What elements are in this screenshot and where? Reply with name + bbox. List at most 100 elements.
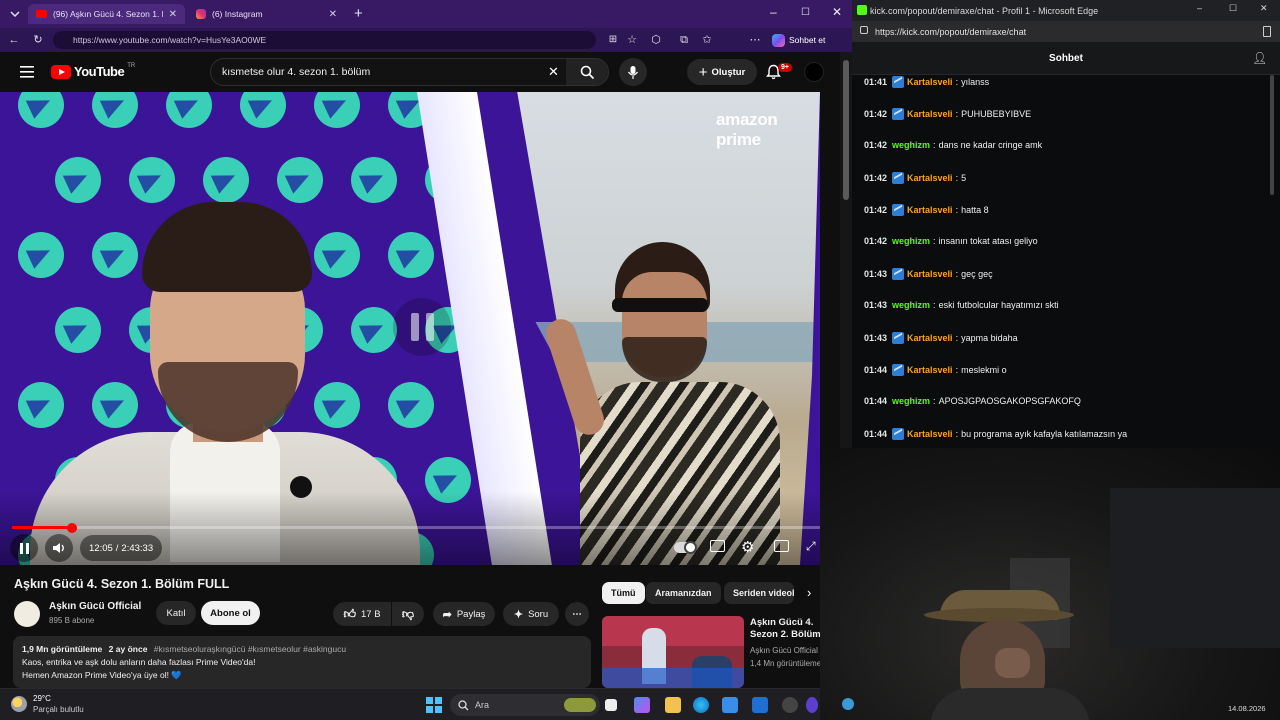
start-button[interactable]: [426, 697, 442, 713]
weather-temp: 29°C: [33, 694, 51, 703]
search-button[interactable]: [566, 59, 608, 85]
store-app-icon[interactable]: [722, 697, 738, 713]
favorites-icon[interactable]: ✩: [700, 33, 714, 47]
progress-scrubber[interactable]: [66, 522, 77, 533]
close-icon[interactable]: ✕: [169, 9, 177, 20]
edge-app-icon[interactable]: [693, 697, 709, 713]
chat-username[interactable]: Kartalsveli: [907, 365, 953, 375]
ask-button[interactable]: ✦ Soru: [503, 602, 559, 626]
autoplay-toggle[interactable]: [674, 540, 697, 554]
clear-search-icon[interactable]: ✕: [548, 64, 559, 80]
miniplayer-icon[interactable]: [774, 540, 789, 552]
chat-scrollbar[interactable]: [1268, 75, 1276, 195]
maximize-icon[interactable]: ☐: [1229, 3, 1237, 14]
favorite-star-icon[interactable]: ☆: [625, 33, 639, 47]
thumbs-down-icon: 👎︎: [401, 606, 415, 621]
close-window-icon[interactable]: ✕: [1260, 3, 1268, 14]
chat-username[interactable]: Kartalsveli: [907, 333, 953, 343]
split-screen-icon[interactable]: ⧉: [677, 33, 691, 47]
chat-username[interactable]: Kartalsveli: [907, 77, 953, 87]
pause-overlay-icon[interactable]: [393, 298, 451, 356]
more-actions-button[interactable]: ⋯: [565, 602, 589, 626]
url-field[interactable]: https://www.youtube.com/watch?v=HusYe3AO…: [53, 31, 596, 49]
minimize-icon[interactable]: –: [1197, 3, 1202, 13]
chat-username[interactable]: Kartalsveli: [907, 109, 953, 119]
chat-username[interactable]: weghizm: [892, 236, 930, 246]
chat-timestamp: 01:42: [864, 236, 888, 246]
channel-avatar[interactable]: [14, 601, 40, 627]
back-icon[interactable]: ←: [7, 33, 21, 47]
refresh-icon[interactable]: ↻: [31, 33, 45, 47]
explorer-app-icon[interactable]: [665, 697, 681, 713]
recommended-title[interactable]: Aşkın Gücü 4. Sezon 2. Bölüm: [750, 617, 821, 641]
chat-username[interactable]: Kartalsveli: [907, 173, 953, 183]
maximize-icon[interactable]: ☐: [801, 7, 810, 18]
user-badge-icon: [892, 108, 905, 120]
recommended-thumbnail[interactable]: [602, 616, 744, 688]
chat-colon: :: [955, 205, 959, 215]
search-input[interactable]: kısmetse olur 4. sezon 1. bölüm: [222, 66, 370, 78]
copilot-chat-button[interactable]: Sohbet et: [772, 32, 825, 48]
chat-username[interactable]: Kartalsveli: [907, 205, 953, 215]
weather-icon[interactable]: [11, 696, 27, 712]
share-button[interactable]: ➦ Paylaş: [433, 602, 495, 626]
create-button[interactable]: + Oluştur: [687, 59, 757, 85]
hashtags[interactable]: #kısmetseoluraşkıngücü #kısmetseolur #as…: [154, 644, 346, 654]
new-tab-button[interactable]: +: [354, 5, 363, 22]
subscribe-button[interactable]: Abone ol: [201, 601, 260, 625]
account-avatar[interactable]: [804, 62, 824, 82]
fullscreen-icon[interactable]: ⤢: [806, 539, 816, 554]
app-available-icon[interactable]: ⊞: [606, 33, 620, 47]
chat-username[interactable]: weghizm: [892, 300, 930, 310]
chat-message: 01:43 Kartalsveli: yapma bidaha: [864, 332, 1018, 344]
kick-address-bar[interactable]: https://kick.com/popout/demiraxe/chat: [852, 21, 1280, 42]
tab-instagram[interactable]: (6) Instagram ✕: [188, 4, 345, 24]
more-icon: ⋯: [572, 608, 582, 620]
chip-all[interactable]: Tümü: [602, 582, 645, 604]
channel-name[interactable]: Aşkın Gücü Official: [49, 601, 141, 612]
tray-app-icon[interactable]: [842, 698, 854, 710]
tab-youtube[interactable]: (96) Aşkın Gücü 4. Sezon 1. Bölüm ✕: [28, 4, 185, 24]
taskbar-search[interactable]: Ara: [450, 694, 600, 716]
user-settings-icon[interactable]: 👤︎: [1252, 51, 1267, 65]
app-icon-badge[interactable]: [782, 697, 798, 713]
chat-username[interactable]: weghizm: [892, 140, 930, 150]
volume-button[interactable]: [45, 534, 73, 562]
chat-colon: :: [955, 173, 959, 183]
join-button[interactable]: Katıl: [156, 601, 196, 625]
youtube-logo[interactable]: YouTube TR: [51, 63, 135, 79]
app-icon-extra[interactable]: [806, 697, 818, 713]
progress-bar[interactable]: [12, 522, 820, 533]
minimize-icon[interactable]: –: [770, 5, 777, 19]
youtube-search-box[interactable]: kısmetse olur 4. sezon 1. bölüm ✕: [210, 58, 609, 86]
extensions-icon[interactable]: ⬡: [649, 33, 663, 47]
recommended-views: 1,4 Mn görüntüleme: [750, 659, 822, 668]
voice-search-button[interactable]: [619, 58, 647, 86]
close-window-icon[interactable]: ✕: [832, 5, 842, 19]
chat-username[interactable]: Kartalsveli: [907, 269, 953, 279]
chat-colon: :: [933, 300, 936, 310]
thumbs-up-icon: 👍︎: [343, 606, 356, 621]
outlook-app-icon[interactable]: [752, 697, 768, 713]
more-icon[interactable]: ⋯: [748, 33, 762, 47]
chat-username[interactable]: weghizm: [892, 396, 930, 406]
chat-username[interactable]: Kartalsveli: [907, 429, 953, 439]
tab-actions-button[interactable]: [8, 7, 22, 21]
chip-from-search[interactable]: Aramanızdan: [646, 582, 721, 604]
task-view-icon[interactable]: [605, 699, 617, 711]
chip-from-series[interactable]: Seriden videol: [724, 582, 794, 604]
settings-gear-icon[interactable]: ⚙: [741, 538, 754, 556]
video-player[interactable]: amazon prime 12:05 / 2:43:33 ⚙ ⤢: [0, 92, 820, 565]
close-icon[interactable]: ✕: [329, 9, 337, 20]
subscribe-label: Abone ol: [210, 607, 251, 619]
pause-button[interactable]: [10, 534, 38, 562]
hamburger-menu-icon[interactable]: [20, 66, 34, 78]
chat-message: 01:43 weghizm: eski futbolcular hayatımızı…: [864, 300, 1059, 310]
reading-mode-icon[interactable]: [1263, 26, 1271, 37]
dislike-button[interactable]: 👎︎: [392, 602, 424, 626]
subtitles-icon[interactable]: [710, 540, 725, 552]
chat-text: yılanss: [961, 77, 990, 87]
widgets-app-icon[interactable]: [634, 697, 650, 713]
like-button[interactable]: 👍︎ 17 B: [333, 602, 391, 626]
chevron-right-icon[interactable]: ›: [807, 585, 811, 600]
